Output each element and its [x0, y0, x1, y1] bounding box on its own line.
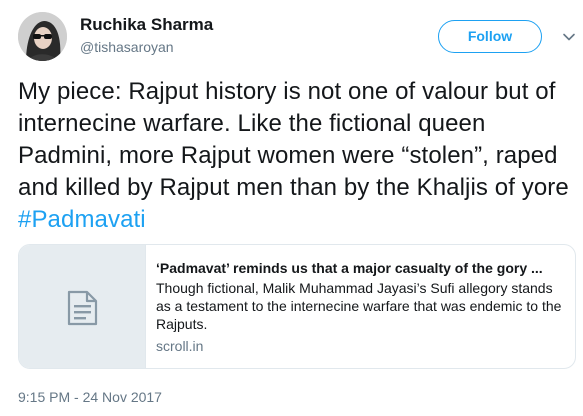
tweet: Ruchika Sharma @tishasaroyan Follow My p…	[0, 0, 583, 416]
card-body: ‘Padmavat’ reminds us that a major casua…	[156, 259, 566, 355]
document-icon	[67, 290, 98, 326]
card-title: ‘Padmavat’ reminds us that a major casua…	[156, 260, 543, 276]
tweet-text-body: My piece: Rajput history is not one of v…	[18, 78, 569, 201]
chevron-down-icon[interactable]	[562, 30, 576, 44]
card-thumbnail	[19, 245, 146, 368]
card-description: Though fictional, Malik Muhammad Jayasi’…	[156, 280, 562, 332]
hashtag-link[interactable]: #Padmavati	[18, 206, 146, 233]
link-card[interactable]: ‘Padmavat’ reminds us that a major casua…	[18, 244, 576, 369]
tweet-timestamp[interactable]: 9:15 PM - 24 Nov 2017	[18, 389, 162, 405]
tweet-header: Ruchika Sharma @tishasaroyan Follow	[0, 0, 583, 80]
user-handle[interactable]: @tishasaroyan	[80, 39, 174, 55]
card-domain: scroll.in	[156, 338, 204, 354]
avatar[interactable]	[18, 12, 67, 61]
avatar-image	[18, 12, 67, 61]
follow-button[interactable]: Follow	[438, 20, 542, 53]
user-name[interactable]: Ruchika Sharma	[80, 15, 213, 35]
tweet-text: My piece: Rajput history is not one of v…	[18, 76, 574, 236]
